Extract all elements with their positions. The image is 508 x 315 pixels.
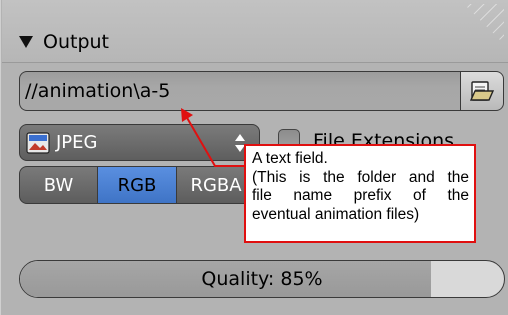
output-panel: Output //animation\a-5 JPEG File Extensi… <box>0 0 508 315</box>
callout-arrow-icon <box>181 108 246 167</box>
